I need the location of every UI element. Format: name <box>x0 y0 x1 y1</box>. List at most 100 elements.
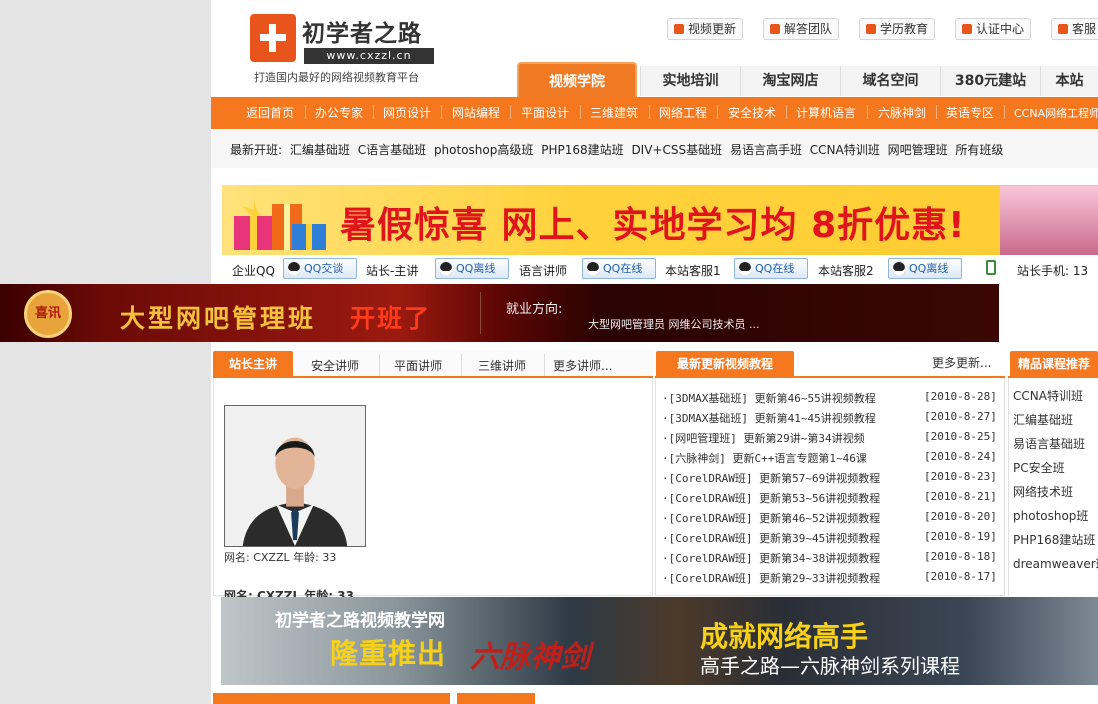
video-update-link[interactable]: ·[3DMAX基础班] 更新第41~45讲视频教程 <box>662 410 876 426</box>
nav-office[interactable]: 办公专家 <box>315 104 363 121</box>
class-link[interactable]: 易语言高手班 <box>730 143 802 157</box>
flag-icon <box>866 24 876 34</box>
tab-taobao-shop[interactable]: 淘宝网店 <box>740 66 840 96</box>
qq-label-lang: 语言讲师 <box>519 264 568 278</box>
qq-label-cs2: 本站客服2 <box>818 264 874 278</box>
tab-video-academy[interactable]: 视频学院 <box>517 62 637 98</box>
person-icon <box>770 24 780 34</box>
qq-label-cs1: 本站客服1 <box>665 264 721 278</box>
nav-divider <box>936 105 937 119</box>
course-link[interactable]: CCNA特训班 <box>1013 387 1098 404</box>
tab-security-lecturer[interactable]: 安全讲师 <box>311 357 359 374</box>
tab-site-building[interactable]: 380元建站 <box>940 66 1040 96</box>
video-update-date: [2010-8-23] <box>924 470 997 483</box>
top-link-certification[interactable]: 认证中心 <box>955 18 1032 40</box>
nav-divider <box>1004 105 1005 119</box>
top-link-video-updates[interactable]: 视频更新 <box>667 18 744 40</box>
course-link[interactable]: 易语言基础班 <box>1013 435 1098 452</box>
nav-ccna[interactable]: CCNA网络工程师 <box>1014 105 1098 121</box>
class-link[interactable]: photoshop高级班 <box>434 143 533 157</box>
video-update-link[interactable]: ·[CorelDRAW班] 更新第46~52讲视频教程 <box>662 510 880 526</box>
more-updates-link[interactable]: 更多更新... <box>932 354 991 371</box>
nav-web-design[interactable]: 网页设计 <box>383 104 431 121</box>
tab-3d-lecturer[interactable]: 三维讲师 <box>478 357 526 374</box>
left-gray-margin <box>0 0 211 704</box>
nav-network-engineering[interactable]: 网络工程 <box>659 104 707 121</box>
banner-sword-title: 六脉神剑 <box>470 640 590 675</box>
class-link[interactable]: C语言基础班 <box>358 143 426 157</box>
banner-site-name: 初学者之路视频教学网 <box>275 611 445 631</box>
logo-cross-icon[interactable] <box>250 14 296 62</box>
class-link[interactable]: DIV+CSS基础班 <box>631 143 722 157</box>
video-update-link[interactable]: ·[六脉神剑] 更新C++语言专题第1~46课 <box>662 450 867 466</box>
nav-english[interactable]: 英语专区 <box>946 104 994 121</box>
qq-cs2-button[interactable]: QQ离线 <box>888 258 962 279</box>
video-update-date: [2010-8-27] <box>924 410 997 423</box>
video-update-date: [2010-8-24] <box>924 450 997 463</box>
recommended-courses-title: 精品课程推荐 <box>1010 351 1098 378</box>
top-link-education[interactable]: 学历教育 <box>859 18 936 40</box>
lecturer-caption: 网名: CXZZL 年龄: 33 <box>224 551 337 564</box>
qq-admin-button[interactable]: QQ离线 <box>435 258 509 279</box>
class-link[interactable]: 汇编基础班 <box>290 143 350 157</box>
video-update-link[interactable]: ·[CorelDRAW班] 更新第53~56讲视频教程 <box>662 490 880 506</box>
nav-3d-architecture[interactable]: 三维建筑 <box>590 104 638 121</box>
course-link[interactable]: dreamweaver班 <box>1013 555 1098 572</box>
nav-divider <box>717 105 718 119</box>
tab-domain-hosting[interactable]: 域名空间 <box>840 66 940 96</box>
phone-icon <box>986 260 996 275</box>
video-update-link[interactable]: ·[CorelDRAW班] 更新第34~38讲视频教程 <box>662 550 880 566</box>
nav-web-programming[interactable]: 网站编程 <box>452 104 500 121</box>
class-link[interactable]: PHP168建站班 <box>541 143 623 157</box>
course-link[interactable]: photoshop班 <box>1013 507 1098 524</box>
nav-divider <box>510 105 511 119</box>
course-link[interactable]: 网络技术班 <box>1013 483 1098 500</box>
banner-launch-text: 隆重推出 <box>330 637 447 670</box>
course-link[interactable]: 汇编基础班 <box>1013 411 1098 428</box>
logo-title[interactable]: 初学者之路 <box>302 14 422 48</box>
video-update-date: [2010-8-21] <box>924 490 997 503</box>
lecturer-caption-secondary: 网名: CXZZL 年龄: 33 <box>224 589 354 597</box>
video-update-link[interactable]: ·[3DMAX基础班] 更新第46~55讲视频教程 <box>662 390 876 406</box>
banner-master-text: 成就网络高手 <box>700 620 869 653</box>
qq-cs1-button[interactable]: QQ在线 <box>734 258 808 279</box>
course-link[interactable]: PC安全班 <box>1013 459 1098 476</box>
course-link[interactable]: PHP168建站班 <box>1013 531 1098 548</box>
new-classes-label: 最新开班: <box>230 143 283 157</box>
qq-label-company: 企业QQ <box>232 264 275 278</box>
nav-graphic-design[interactable]: 平面设计 <box>521 104 569 121</box>
slogan: 打造国内最好的网络视频教育平台 <box>254 71 419 84</box>
video-update-link[interactable]: ·[CorelDRAW班] 更新第57~69讲视频教程 <box>662 470 880 486</box>
video-update-link[interactable]: ·[CorelDRAW班] 更新第39~45讲视频教程 <box>662 530 880 546</box>
tab-more-lecturers[interactable]: 更多讲师... <box>553 357 612 374</box>
service-icon <box>1058 24 1068 34</box>
video-update-link[interactable]: ·[网吧管理班] 更新第29讲~第34讲视频 <box>662 430 865 446</box>
qq-company-button[interactable]: QQ交谈 <box>283 258 357 279</box>
nav-divider <box>786 105 787 119</box>
qq-lang-button[interactable]: QQ在线 <box>582 258 656 279</box>
nav-divider <box>373 105 374 119</box>
logo-url: www.cxzzl.cn <box>304 48 434 64</box>
tab-onsite-training[interactable]: 实地培训 <box>640 66 740 96</box>
top-link-customer-service[interactable]: 客服 <box>1051 18 1098 40</box>
top-link-support-team[interactable]: 解答团队 <box>763 18 840 40</box>
nav-six-swords[interactable]: 六脉神剑 <box>878 104 926 121</box>
class-link[interactable]: 网吧管理班 <box>888 143 948 157</box>
banner-right-blank <box>999 284 1098 342</box>
nav-home[interactable]: 返回首页 <box>246 104 294 121</box>
tab-admin-lecturer[interactable]: 站长主讲 <box>213 351 293 378</box>
good-news-badge: 喜讯 <box>24 290 72 338</box>
qq-phone-label: 站长手机: 13 <box>1017 264 1089 278</box>
tab-this-site[interactable]: 本站 <box>1040 66 1098 96</box>
latest-videos-title: 最新更新视频教程 <box>656 351 794 378</box>
nav-security[interactable]: 安全技术 <box>728 104 776 121</box>
lecturer-photo[interactable] <box>224 405 366 547</box>
nav-divider <box>867 105 868 119</box>
tab-graphic-lecturer[interactable]: 平面讲师 <box>394 357 442 374</box>
nav-programming-languages[interactable]: 计算机语言 <box>796 104 856 121</box>
certificate-icon <box>962 24 972 34</box>
nav-divider <box>441 105 442 119</box>
class-link[interactable]: 所有班级 <box>955 143 1003 157</box>
class-link[interactable]: CCNA特训班 <box>810 143 880 157</box>
video-update-link[interactable]: ·[CorelDRAW班] 更新第29~33讲视频教程 <box>662 570 880 586</box>
